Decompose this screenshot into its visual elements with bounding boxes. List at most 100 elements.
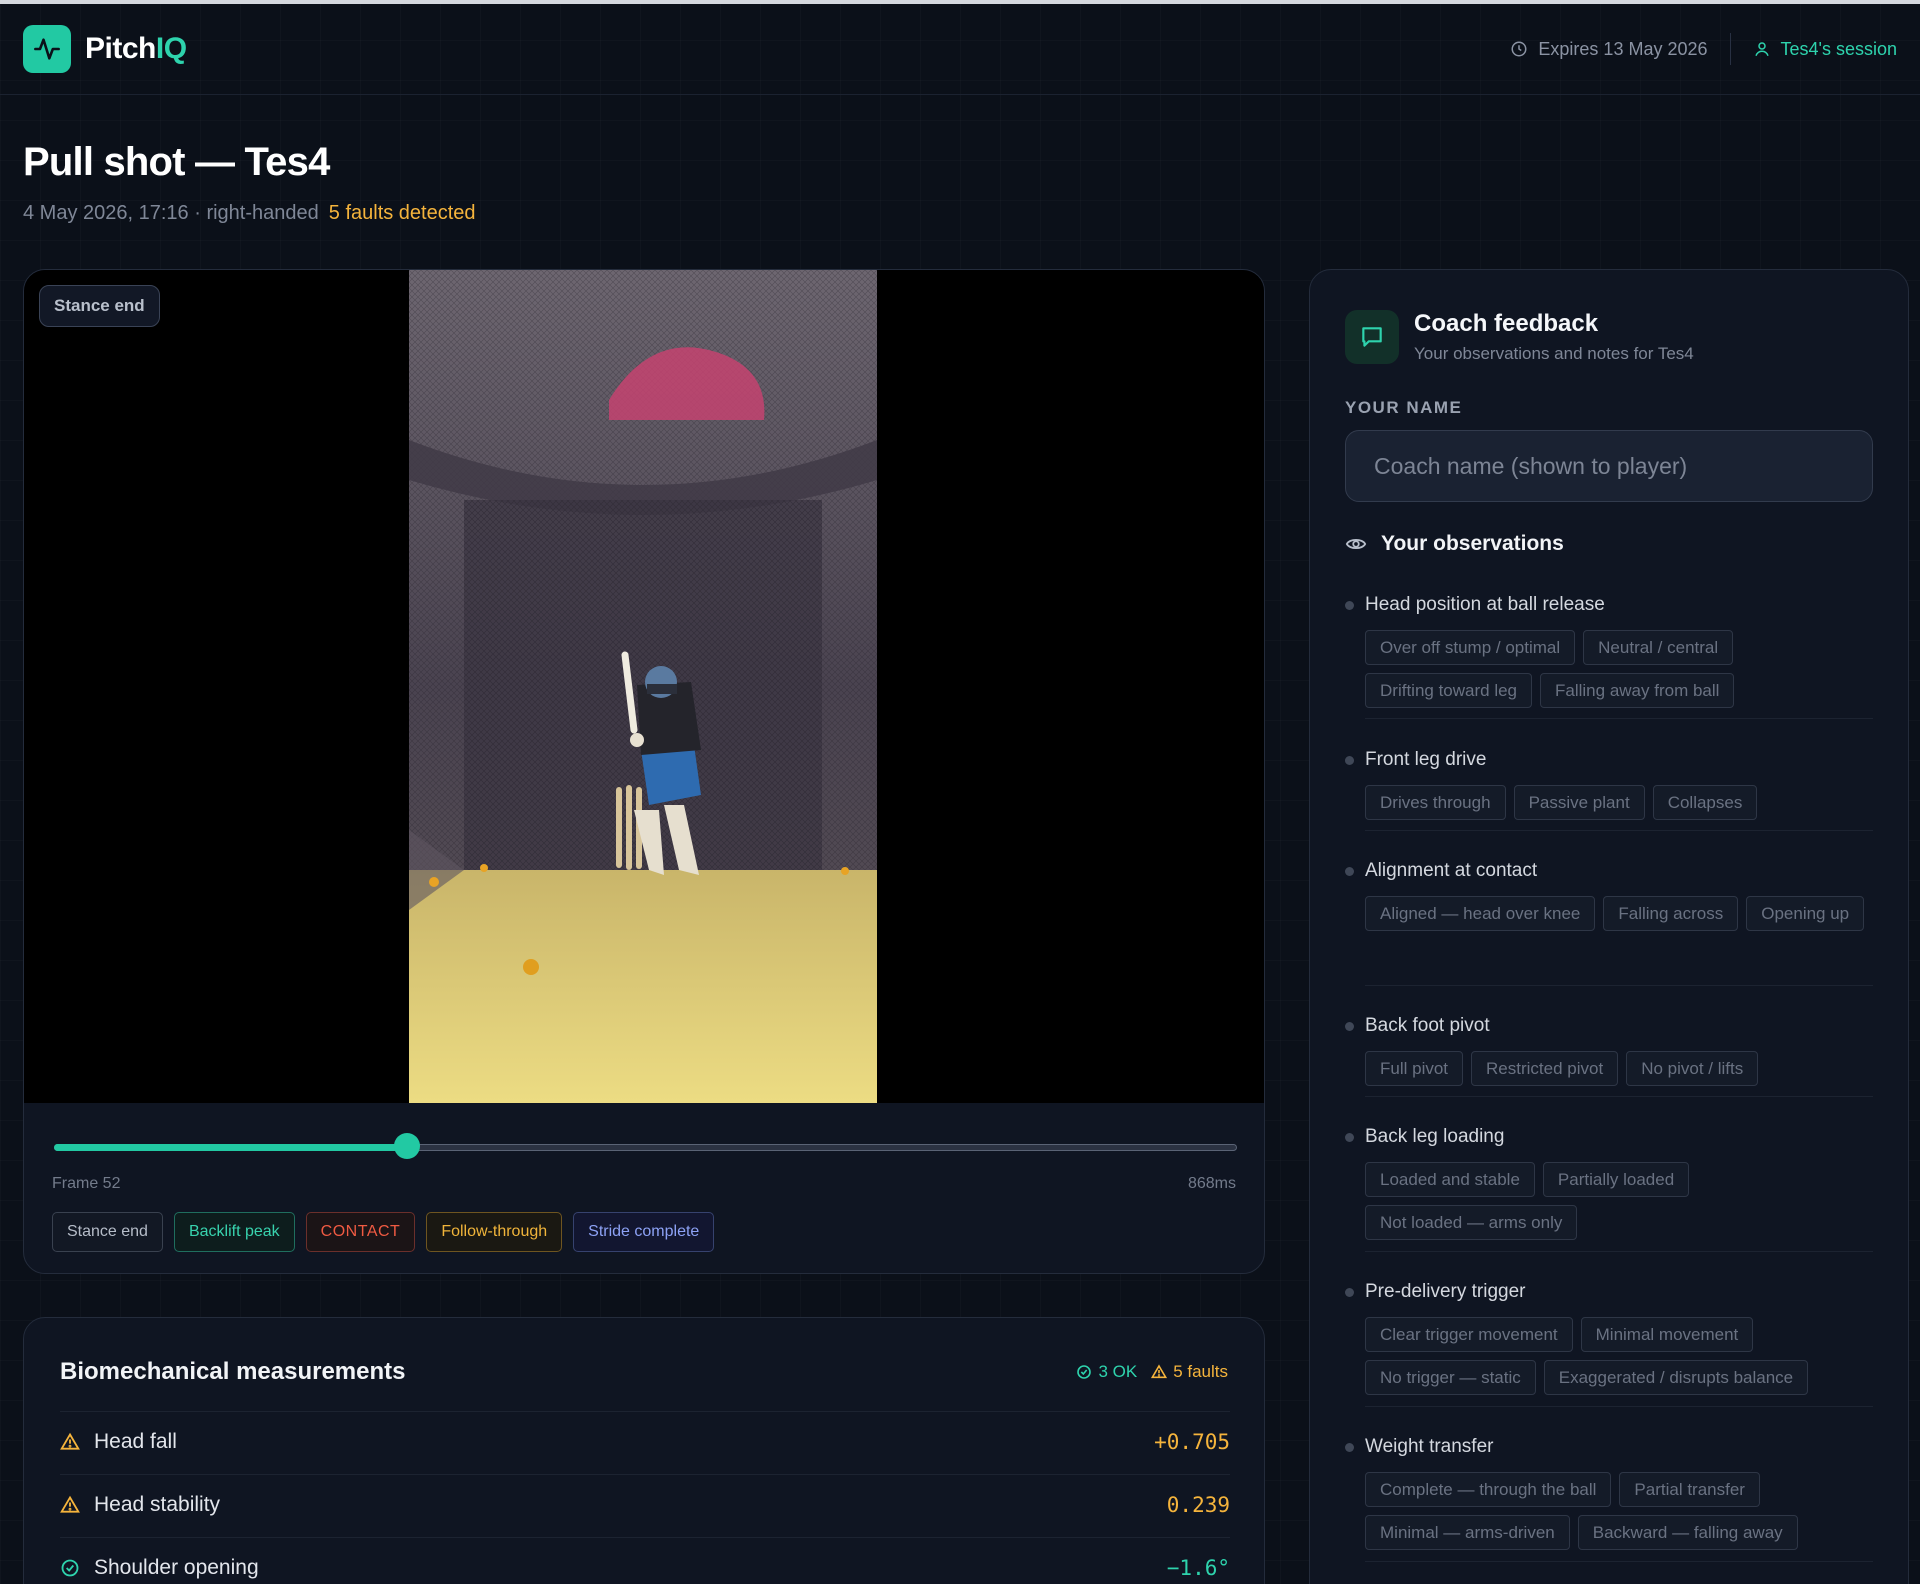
phase-chip-stride-complete[interactable]: Stride complete <box>573 1212 715 1252</box>
observation-question: Head position at ball release <box>1365 594 1605 615</box>
warning-icon <box>60 1495 80 1513</box>
measurement-value: +0.705 <box>1154 1429 1230 1454</box>
phase-chip-stance-end[interactable]: Stance end <box>52 1212 163 1252</box>
header-divider <box>1729 33 1731 65</box>
measurement-summary: 3 OK 5 faults <box>1076 1362 1228 1382</box>
expiry-text: Expires 13 May 2026 <box>1538 38 1708 59</box>
coach-feedback-subtitle: Your observations and notes for Tes4 <box>1414 344 1694 363</box>
scrubber-progress <box>54 1144 407 1151</box>
fault-count: 5 faults <box>1173 1362 1228 1381</box>
measurement-row-head-fall[interactable]: Head fall +0.705 <box>60 1411 1230 1471</box>
observation-option[interactable]: Minimal movement <box>1580 1317 1754 1352</box>
bullet-dot <box>1345 1287 1354 1297</box>
frame-scrubber[interactable] <box>54 1133 1237 1159</box>
observation-question: Weight transfer <box>1365 1436 1494 1457</box>
observation-option[interactable]: Falling across <box>1603 896 1739 931</box>
observation-option[interactable]: Not loaded — arms only <box>1365 1205 1578 1240</box>
app-header: PitchIQ Expires 13 May 2026 Tes4's sessi… <box>0 4 1920 95</box>
observation-question: Front leg drive <box>1365 749 1487 770</box>
measurement-name: Head fall <box>94 1429 177 1453</box>
observation-option[interactable]: No trigger — static <box>1365 1360 1536 1395</box>
bullet-dot <box>1345 1132 1354 1142</box>
ok-count: 3 OK <box>1098 1362 1138 1381</box>
bullet-dot <box>1345 1442 1354 1452</box>
observation-divider <box>1365 718 1873 719</box>
observation-option[interactable]: Drifting toward leg <box>1365 673 1533 708</box>
phase-chip-backlift-peak[interactable]: Backlift peak <box>173 1212 295 1252</box>
session-meta: 4 May 2026, 17:16 · right-handed <box>23 202 319 224</box>
observation-option[interactable]: Complete — through the ball <box>1365 1472 1612 1507</box>
session-text: Tes4's session <box>1780 38 1898 59</box>
observation-option[interactable]: Exaggerated / disrupts balance <box>1543 1360 1809 1395</box>
page-subtitle: 4 May 2026, 17:16 · right-handed 5 faults… <box>23 202 476 225</box>
observations-title: Your observations <box>1381 532 1564 555</box>
observation-weight-transfer: Weight transfer Complete — through the b… <box>1345 1432 1873 1550</box>
observation-question: Back foot pivot <box>1365 1015 1490 1036</box>
clock-icon <box>1511 41 1527 57</box>
observation-back-foot-pivot: Back foot pivot Full pivot Restricted pi… <box>1345 1011 1873 1086</box>
coach-name-input[interactable] <box>1345 430 1873 502</box>
observation-option[interactable]: Over off stump / optimal <box>1365 630 1576 665</box>
observation-option[interactable]: Clear trigger movement <box>1365 1317 1573 1352</box>
observation-option[interactable]: Partial transfer <box>1619 1472 1760 1507</box>
fault-count-badge: 5 faults <box>1151 1362 1228 1382</box>
observation-option[interactable]: Full pivot <box>1365 1051 1464 1086</box>
chat-bubble-icon <box>1345 310 1399 364</box>
pulse-logo-icon[interactable] <box>23 25 71 73</box>
eye-icon <box>1345 538 1367 550</box>
measurement-value: 0.239 <box>1166 1492 1230 1517</box>
bullet-dot <box>1345 866 1354 876</box>
video-viewport[interactable]: Stance end <box>24 270 1264 1103</box>
check-circle-icon <box>1077 1365 1092 1379</box>
brand-name[interactable]: PitchIQ <box>85 32 187 66</box>
session-link[interactable]: Tes4's session <box>1753 38 1898 60</box>
coach-feedback-card: Coach feedback Your observations and not… <box>1309 269 1909 1584</box>
observation-option[interactable]: No pivot / lifts <box>1626 1051 1759 1086</box>
bullet-dot <box>1345 1021 1354 1031</box>
warning-icon <box>60 1432 80 1450</box>
phase-chip-contact[interactable]: CONTACT <box>305 1212 416 1252</box>
observation-option[interactable]: Minimal — arms-driven <box>1365 1515 1570 1550</box>
observation-option[interactable]: Partially loaded <box>1542 1162 1690 1197</box>
observation-divider <box>1365 1406 1873 1407</box>
observation-option[interactable]: Aligned — head over knee <box>1365 896 1596 931</box>
observation-divider <box>1365 1561 1873 1562</box>
measurement-row-head-stability[interactable]: Head stability 0.239 <box>60 1474 1230 1534</box>
ok-count-badge: 3 OK <box>1076 1362 1137 1382</box>
expiry-info: Expires 13 May 2026 <box>1510 38 1708 60</box>
frame-number: Frame 52 <box>52 1175 121 1192</box>
user-icon <box>1754 42 1769 57</box>
observation-option[interactable]: Collapses <box>1652 785 1758 820</box>
observation-divider <box>1365 1251 1873 1252</box>
observation-back-leg-loading: Back leg loading Loaded and stable Parti… <box>1345 1122 1873 1240</box>
observation-option[interactable]: Passive plant <box>1513 785 1645 820</box>
phase-chip-follow-through[interactable]: Follow-through <box>426 1212 563 1252</box>
biomechanical-card: Biomechanical measurements 3 OK 5 faults… <box>23 1317 1265 1584</box>
page-title: Pull shot — Tes4 <box>23 140 330 184</box>
coach-name-label: YOUR NAME <box>1345 398 1463 417</box>
observation-option[interactable]: Restricted pivot <box>1471 1051 1619 1086</box>
measurement-row-shoulder-opening[interactable]: Shoulder opening −1.6° <box>60 1537 1230 1584</box>
observation-option[interactable]: Drives through <box>1365 785 1506 820</box>
video-player-card: Stance end Frame 52 868ms Stance end Bac… <box>23 269 1265 1274</box>
current-phase-label: Stance end <box>39 285 160 327</box>
observation-question: Back leg loading <box>1365 1126 1505 1147</box>
bullet-dot <box>1345 755 1354 765</box>
coach-feedback-title: Coach feedback <box>1414 310 1599 337</box>
observation-option[interactable]: Opening up <box>1746 896 1865 931</box>
observation-question: Alignment at contact <box>1365 860 1538 881</box>
observation-option[interactable]: Falling away from ball <box>1540 673 1735 708</box>
observation-option[interactable]: Neutral / central <box>1583 630 1734 665</box>
observation-front-leg-drive: Front leg drive Drives through Passive p… <box>1345 745 1873 820</box>
observation-divider <box>1365 985 1873 986</box>
brand-part-2: IQ <box>155 32 187 65</box>
scrubber-handle[interactable] <box>393 1133 420 1159</box>
observation-head-position: Head position at ball release Over off s… <box>1345 590 1873 708</box>
observation-divider <box>1365 830 1873 831</box>
frame-time: 868ms <box>1187 1175 1236 1192</box>
video-frame-image[interactable] <box>409 270 877 1103</box>
measurement-name: Head stability <box>94 1492 221 1516</box>
observation-option[interactable]: Loaded and stable <box>1365 1162 1535 1197</box>
measurement-name: Shoulder opening <box>94 1555 259 1579</box>
observation-option[interactable]: Backward — falling away <box>1577 1515 1798 1550</box>
